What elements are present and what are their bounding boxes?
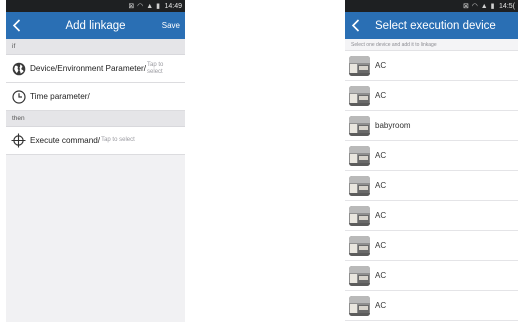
instruction-hint: Select one device and add it to linkage bbox=[345, 39, 518, 51]
device-row[interactable]: AC bbox=[345, 51, 518, 81]
device-name: babyroom bbox=[375, 121, 411, 130]
device-row[interactable]: babyroom bbox=[345, 111, 518, 141]
device-parameter-hint: Tap to select bbox=[146, 62, 163, 76]
crosshair-icon bbox=[11, 133, 26, 148]
device-list: AC AC babyroom AC AC AC AC AC AC bbox=[345, 51, 518, 321]
device-thumbnail-icon bbox=[349, 55, 370, 76]
app-bar: Add linkage Save bbox=[6, 12, 185, 39]
device-parameter-label: Device/Environment Parameter/ bbox=[30, 64, 147, 73]
status-icons: ⊠ ◠ ▲ ▮ bbox=[462, 3, 496, 10]
device-row[interactable]: AC bbox=[345, 141, 518, 171]
screenshot-stage: ⊠ ◠ ▲ ▮ 14:49 Add linkage Save if Device… bbox=[0, 0, 518, 322]
page-title: Select execution device bbox=[375, 19, 496, 32]
status-bar: ⊠ ◠ ▲ ▮ 14:49 bbox=[6, 0, 185, 12]
device-thumbnail-icon bbox=[349, 265, 370, 286]
device-thumbnail-icon bbox=[349, 235, 370, 256]
then-section-header: then bbox=[6, 111, 185, 127]
device-name: AC bbox=[375, 61, 387, 70]
device-name: AC bbox=[375, 241, 387, 250]
execute-command-row[interactable]: Execute command/ Tap to select bbox=[6, 127, 185, 155]
chevron-left-icon bbox=[12, 19, 20, 32]
add-linkage-screen: ⊠ ◠ ▲ ▮ 14:49 Add linkage Save if Device… bbox=[6, 0, 185, 322]
device-hint-line1: Tap to bbox=[147, 61, 164, 68]
select-device-screen: ⊠ ◠ ▲ ▮ 14:5( Select execution device Se… bbox=[345, 0, 518, 322]
device-thumbnail-icon bbox=[349, 295, 370, 316]
status-time: 14:5( bbox=[499, 2, 515, 10]
device-hint-line2: select bbox=[147, 68, 163, 75]
device-parameter-row[interactable]: Device/Environment Parameter/ Tap to sel… bbox=[6, 55, 185, 83]
save-button[interactable]: Save bbox=[162, 12, 180, 39]
device-row[interactable]: AC bbox=[345, 81, 518, 111]
execute-command-hint: Tap to select bbox=[101, 137, 135, 143]
globe-icon bbox=[11, 61, 26, 76]
status-icons: ⊠ ◠ ▲ ▮ bbox=[128, 3, 161, 10]
device-row[interactable]: AC bbox=[345, 171, 518, 201]
device-row[interactable]: AC bbox=[345, 231, 518, 261]
back-button[interactable] bbox=[345, 12, 365, 39]
device-thumbnail-icon bbox=[349, 85, 370, 106]
device-name: AC bbox=[375, 211, 387, 220]
time-parameter-label: Time parameter/ bbox=[30, 92, 90, 101]
time-parameter-row[interactable]: Time parameter/ bbox=[6, 83, 185, 111]
device-row[interactable]: AC bbox=[345, 261, 518, 291]
if-section-header: if bbox=[6, 39, 185, 55]
device-name: AC bbox=[375, 271, 387, 280]
device-name: AC bbox=[375, 301, 387, 310]
device-name: AC bbox=[375, 181, 387, 190]
execute-command-label: Execute command/ bbox=[30, 136, 101, 145]
back-button[interactable] bbox=[6, 12, 26, 39]
device-thumbnail-icon bbox=[349, 205, 370, 226]
device-row[interactable]: AC bbox=[345, 201, 518, 231]
device-thumbnail-icon bbox=[349, 115, 370, 136]
page-title: Add linkage bbox=[65, 19, 126, 32]
chevron-left-icon bbox=[351, 19, 359, 32]
device-name: AC bbox=[375, 91, 387, 100]
device-thumbnail-icon bbox=[349, 175, 370, 196]
app-bar: Select execution device bbox=[345, 12, 518, 39]
clock-icon bbox=[11, 89, 26, 104]
device-thumbnail-icon bbox=[349, 145, 370, 166]
status-time: 14:49 bbox=[164, 2, 182, 10]
status-bar: ⊠ ◠ ▲ ▮ 14:5( bbox=[345, 0, 518, 12]
device-row[interactable]: AC bbox=[345, 291, 518, 321]
device-name: AC bbox=[375, 151, 387, 160]
